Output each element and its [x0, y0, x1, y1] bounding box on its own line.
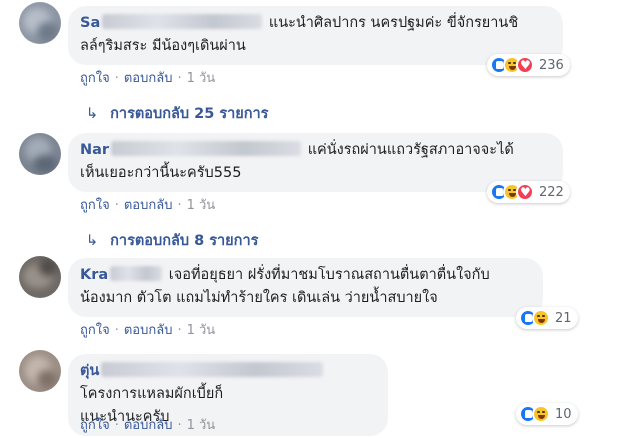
reaction-count: 222 — [539, 184, 564, 200]
comment-time[interactable]: 1 วัน — [187, 323, 216, 338]
comment-time[interactable]: 1 วัน — [187, 198, 216, 213]
comment-text-line2: ลล์ๆริมสระ มีน้องๆเดินผ่าน — [80, 38, 246, 54]
comment-text-line1: เจอที่อยุธยา ฝรั่งที่มาชมโบราณสถานตื่นตา… — [168, 267, 490, 283]
reaction-summary[interactable]: 10 — [516, 403, 578, 425]
reaction-summary[interactable]: 21 — [516, 307, 578, 329]
haha-icon — [532, 309, 550, 327]
replies-label: การตอบกลับ 8 รายการ — [110, 233, 259, 249]
love-icon — [516, 183, 534, 201]
commenter-name[interactable]: Sa — [80, 15, 100, 31]
like-link[interactable]: ถูกใจ — [80, 418, 110, 433]
comment-time[interactable]: 1 วัน — [187, 418, 216, 433]
comment-text-line1: แค่นั่งรถผ่านแถวรัฐสภาอาจจะได้ — [307, 142, 514, 158]
view-replies-link[interactable]: ↳ การตอบกลับ 25 รายการ — [86, 102, 268, 125]
commenter-name[interactable]: ตุ่น — [80, 363, 99, 379]
love-icon — [516, 56, 534, 74]
redacted-name — [101, 362, 324, 377]
redacted-name — [111, 141, 302, 156]
reply-link[interactable]: ตอบกลับ — [124, 323, 173, 338]
haha-icon — [532, 405, 550, 423]
redacted-name — [110, 266, 163, 281]
commenter-name[interactable]: Nar — [80, 142, 109, 158]
comment-bubble: Nar แค่นั่งรถผ่านแถวรัฐสภาอาจจะได้ เห็นเ… — [68, 133, 563, 192]
avatar[interactable] — [19, 256, 61, 298]
comment-text-line1: โครงการแหลมผักเบี้ยก็ — [80, 386, 224, 402]
comment-actions: ถูกใจ · ตอบกลับ · 1 วัน — [80, 418, 216, 433]
view-replies-link[interactable]: ↳ การตอบกลับ 8 รายการ — [86, 229, 258, 252]
like-link[interactable]: ถูกใจ — [80, 198, 110, 213]
reaction-count: 10 — [555, 406, 572, 422]
avatar[interactable] — [19, 2, 61, 44]
comment-bubble: Kra เจอที่อยุธยา ฝรั่งที่มาชมโบราณสถานตื… — [68, 258, 543, 317]
reply-link[interactable]: ตอบกลับ — [124, 198, 173, 213]
comment-actions: ถูกใจ · ตอบกลับ · 1 วัน — [80, 198, 216, 213]
comment-actions: ถูกใจ · ตอบกลับ · 1 วัน — [80, 71, 216, 86]
comment-time[interactable]: 1 วัน — [187, 71, 216, 86]
like-link[interactable]: ถูกใจ — [80, 71, 110, 86]
comment-bubble: Sa แนะนำศิลปากร นครปฐมค่ะ ขี่จักรยานชิ ล… — [68, 6, 563, 65]
reply-link[interactable]: ตอบกลับ — [124, 71, 173, 86]
reply-arrow-icon: ↳ — [86, 106, 99, 122]
comment-text-line2: น้องมาก ตัวโต แถมไม่ทำร้ายใคร เดินเล่น ว… — [80, 290, 438, 306]
redacted-name — [102, 14, 263, 29]
comment-text-line1: แนะนำศิลปากร นครปฐมค่ะ ขี่จักรยานชิ — [268, 15, 519, 31]
like-link[interactable]: ถูกใจ — [80, 323, 110, 338]
replies-label: การตอบกลับ 25 รายการ — [110, 106, 269, 122]
comment-text-line2: เห็นเยอะกว่านี้นะครับ555 — [80, 165, 242, 181]
reply-arrow-icon: ↳ — [86, 233, 99, 249]
reaction-count: 236 — [539, 57, 564, 73]
avatar[interactable] — [19, 133, 61, 175]
avatar[interactable] — [19, 350, 61, 392]
reaction-summary[interactable]: 236 — [487, 54, 570, 76]
commenter-name[interactable]: Kra — [80, 267, 108, 283]
reaction-summary[interactable]: 222 — [487, 181, 570, 203]
reply-link[interactable]: ตอบกลับ — [124, 418, 173, 433]
comment-actions: ถูกใจ · ตอบกลับ · 1 วัน — [80, 323, 216, 338]
reaction-count: 21 — [555, 310, 572, 326]
comment-feed: Sa แนะนำศิลปากร นครปฐมค่ะ ขี่จักรยานชิ ล… — [0, 0, 629, 438]
